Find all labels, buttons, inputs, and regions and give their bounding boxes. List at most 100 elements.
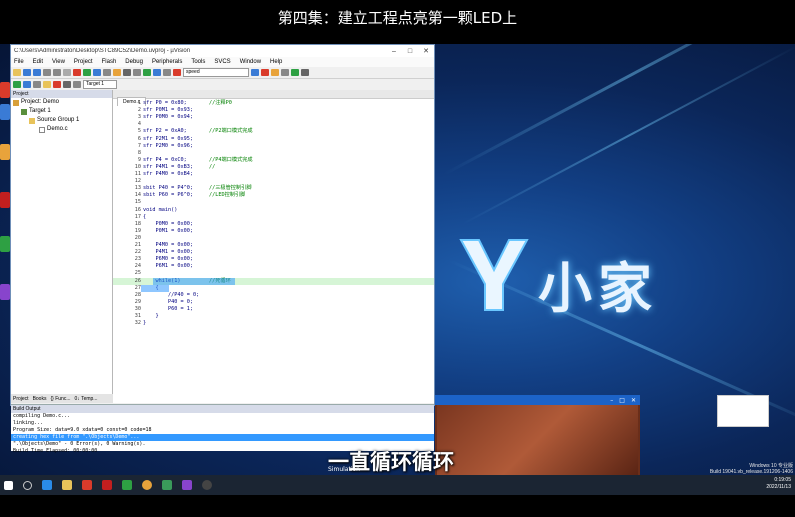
- maximize-icon[interactable]: □: [619, 397, 625, 404]
- code-line[interactable]: 10 sfr P4M1 = 0xB3; //: [113, 164, 434, 171]
- app-purple-icon[interactable]: [182, 480, 192, 490]
- build-button-icon[interactable]: [13, 81, 21, 88]
- menu-project[interactable]: Project: [74, 59, 93, 65]
- wechat-icon[interactable]: [122, 480, 132, 490]
- code-area[interactable]: 1 sfr P0 = 0x80;//注释P0 2 sfr P0M1 = 0x93; 3 s…: [113, 99, 434, 403]
- edge-icon[interactable]: [42, 480, 52, 490]
- tree-item-target[interactable]: Target 1: [11, 107, 112, 116]
- code-line[interactable]: 22 P4M1 = 0x00;: [113, 249, 434, 256]
- tab-books[interactable]: Books: [33, 396, 47, 402]
- code-line[interactable]: 16 void main(): [113, 207, 434, 214]
- tree-item-project[interactable]: Project: Demo: [11, 98, 112, 107]
- code-line[interactable]: 11 sfr P4M0 = 0xB4;: [113, 171, 434, 178]
- code-line[interactable]: 15: [113, 199, 434, 206]
- toolbar-button-icon[interactable]: [251, 69, 259, 76]
- menu-tools[interactable]: Tools: [191, 59, 205, 65]
- code-line[interactable]: 18 P0M0 = 0x00;: [113, 221, 434, 228]
- maximize-button[interactable]: □: [402, 48, 418, 55]
- build-button-icon[interactable]: [43, 81, 51, 88]
- menu-help[interactable]: Help: [270, 59, 282, 65]
- minimize-button[interactable]: –: [386, 48, 402, 55]
- code-line[interactable]: 25: [113, 270, 434, 277]
- toolbar-button-icon[interactable]: [123, 69, 131, 76]
- find-combo[interactable]: speed: [183, 68, 249, 77]
- code-line[interactable]: 4: [113, 121, 434, 128]
- toolbar-button-icon[interactable]: [13, 69, 21, 76]
- keil-icon[interactable]: [162, 480, 172, 490]
- toolbar-button-icon[interactable]: [23, 69, 31, 76]
- windows-start-icon[interactable]: [4, 480, 13, 490]
- toolbar-button-icon[interactable]: [163, 69, 171, 76]
- toolbar-button-icon[interactable]: [291, 69, 299, 76]
- app-red-icon[interactable]: [82, 480, 92, 490]
- build-button-icon[interactable]: [73, 81, 81, 88]
- build-button-icon[interactable]: [63, 81, 71, 88]
- code-line[interactable]: 30 P60 = 1;: [113, 306, 434, 313]
- code-line[interactable]: 13 sbit P40 = P4^0;//三极管控制引脚: [113, 185, 434, 192]
- code-editor[interactable]: Demo.c 1 sfr P0 = 0x80;//注释P0 2 sfr P0M1 = …: [113, 90, 434, 403]
- code-line[interactable]: 24 P6M1 = 0x00;: [113, 263, 434, 270]
- code-line[interactable]: 29 P40 = 0;: [113, 299, 434, 306]
- target-combo[interactable]: Target 1: [83, 80, 117, 89]
- menu-flash[interactable]: Flash: [102, 59, 117, 65]
- code-line[interactable]: 23 P6M0 = 0x00;: [113, 256, 434, 263]
- wps-icon[interactable]: [102, 480, 112, 490]
- menu-edit[interactable]: Edit: [33, 59, 43, 65]
- toolbar-button-icon[interactable]: [93, 69, 101, 76]
- toolbar-button-icon[interactable]: [83, 69, 91, 76]
- code-line[interactable]: 14 sbit P60 = P6^0; //LED控制引脚: [113, 192, 434, 199]
- tab-templates[interactable]: 0↓ Temp...: [74, 396, 97, 402]
- code-line[interactable]: 17{: [113, 214, 434, 221]
- toolbar-button-icon[interactable]: [153, 69, 161, 76]
- toolbar-button-icon[interactable]: [281, 69, 289, 76]
- menu-file[interactable]: File: [14, 59, 24, 65]
- code-line[interactable]: 32}: [113, 320, 434, 327]
- tab-project[interactable]: Project: [13, 396, 29, 402]
- toolbar-button-icon[interactable]: [133, 69, 141, 76]
- menu-svcs[interactable]: SVCS: [214, 59, 230, 65]
- toolbar-button-icon[interactable]: [103, 69, 111, 76]
- toolbar-button-icon[interactable]: [173, 69, 181, 76]
- code-line[interactable]: 7 sfr P2M0 = 0x96;: [113, 143, 434, 150]
- build-button-icon[interactable]: [33, 81, 41, 88]
- code-line[interactable]: 28 //P40 = 0;: [113, 292, 434, 299]
- code-line[interactable]: 21 P4M0 = 0x00;: [113, 242, 434, 249]
- code-line[interactable]: 8: [113, 150, 434, 157]
- toolbar-button-icon[interactable]: [33, 69, 41, 76]
- code-line[interactable]: 9 sfr P4 = 0xC0; //P4端口模式完成: [113, 157, 434, 164]
- toolbar-button-icon[interactable]: [73, 69, 81, 76]
- code-line[interactable]: 20: [113, 235, 434, 242]
- code-line[interactable]: 5 sfr P2 = 0xA0; //P2端口模式完成: [113, 128, 434, 135]
- tree-item-source-group[interactable]: Source Group 1: [11, 116, 112, 125]
- menu-peripherals[interactable]: Peripherals: [152, 59, 182, 65]
- toolbar-button-icon[interactable]: [301, 69, 309, 76]
- code-line[interactable]: 2 sfr P0M1 = 0x93;: [113, 107, 434, 114]
- tree-item-file[interactable]: Demo.c: [11, 125, 112, 134]
- menu-view[interactable]: View: [52, 59, 65, 65]
- minimize-icon[interactable]: –: [610, 397, 613, 404]
- toolbar-button-icon[interactable]: [271, 69, 279, 76]
- toolbar-button-icon[interactable]: [113, 69, 121, 76]
- code-line[interactable]: 1 sfr P0 = 0x80; //注释P0: [113, 100, 434, 107]
- toolbar-button-icon[interactable]: [261, 69, 269, 76]
- recorder-icon[interactable]: [202, 480, 212, 490]
- close-icon[interactable]: ✕: [631, 397, 636, 404]
- close-button[interactable]: ✕: [418, 47, 434, 55]
- toolbar-button-icon[interactable]: [63, 69, 71, 76]
- toolbar-button-icon[interactable]: [43, 69, 51, 76]
- chrome-icon[interactable]: [142, 480, 152, 490]
- menu-debug[interactable]: Debug: [125, 59, 143, 65]
- build-button-icon[interactable]: [23, 81, 31, 88]
- taskbar-clock[interactable]: 0:19:05 2022/11/13: [766, 477, 791, 491]
- menu-window[interactable]: Window: [240, 59, 261, 65]
- code-line[interactable]: 12: [113, 178, 434, 185]
- code-line[interactable]: 3 sfr P0M0 = 0x94;: [113, 114, 434, 121]
- toolbar-button-icon[interactable]: [143, 69, 151, 76]
- search-icon[interactable]: [23, 480, 32, 490]
- build-button-icon[interactable]: [53, 81, 61, 88]
- tab-functions[interactable]: {} Func...: [50, 396, 70, 402]
- toolbar-button-icon[interactable]: [53, 69, 61, 76]
- code-line[interactable]: 19 P0M1 = 0x00;: [113, 228, 434, 235]
- code-line[interactable]: 6 sfr P2M1 = 0x95;: [113, 136, 434, 143]
- file-explorer-icon[interactable]: [62, 480, 72, 490]
